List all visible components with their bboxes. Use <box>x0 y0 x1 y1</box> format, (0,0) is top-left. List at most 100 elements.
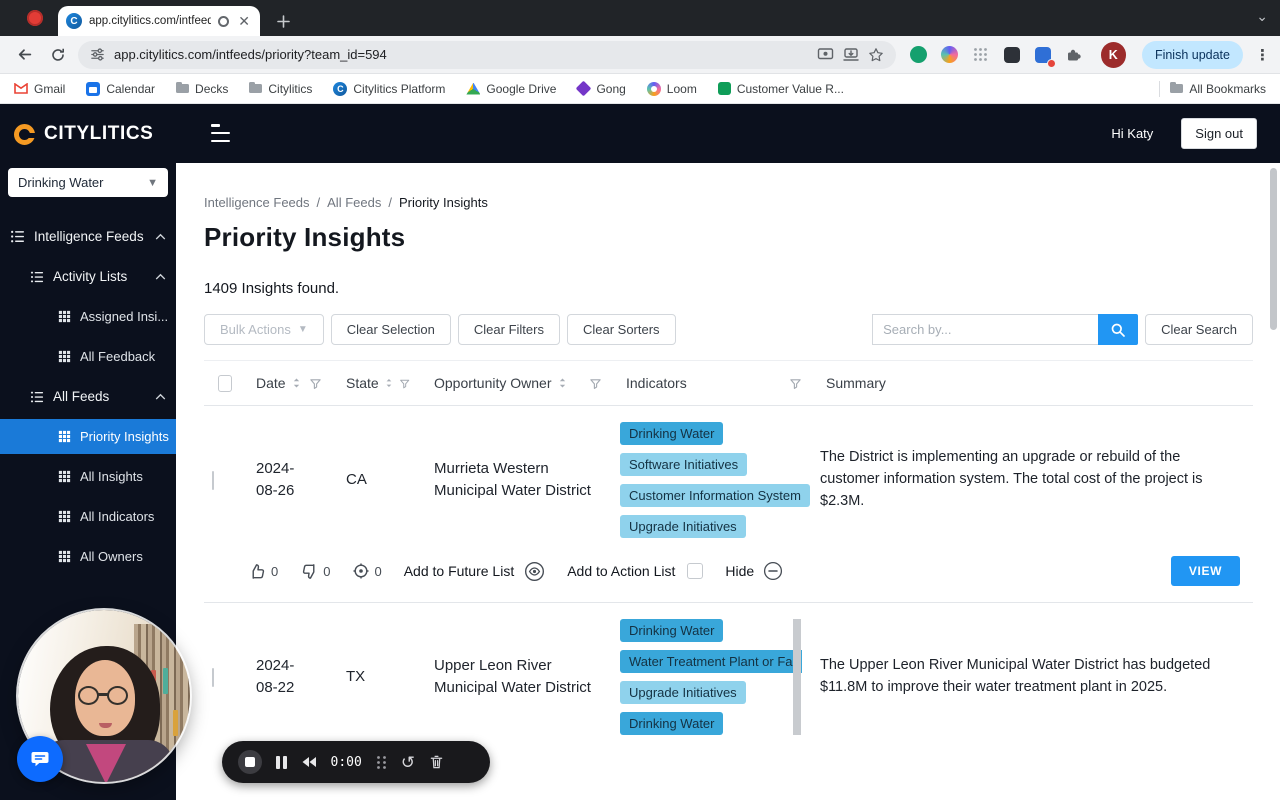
select-all-checkbox[interactable] <box>218 374 232 392</box>
bookmark-citylitics-folder[interactable]: Citylitics <box>249 81 312 96</box>
badged-extension-icon[interactable] <box>1032 44 1056 68</box>
row-checkbox[interactable] <box>212 470 214 490</box>
hide-control[interactable]: Hide <box>725 561 783 581</box>
bookmark-star-icon[interactable] <box>868 47 884 63</box>
search-input[interactable] <box>872 314 1099 345</box>
finish-update-button[interactable]: Finish update <box>1141 40 1243 69</box>
sort-icon[interactable] <box>385 377 393 389</box>
screen-capture-icon[interactable] <box>817 47 834 62</box>
clear-sorters-button[interactable]: Clear Sorters <box>566 314 676 345</box>
new-tab-button[interactable] <box>276 14 291 29</box>
clear-search-button[interactable]: Clear Search <box>1145 314 1253 345</box>
sidebar-item-all-owners[interactable]: All Owners <box>0 539 176 574</box>
sidebar-item-all-feeds[interactable]: All Feeds <box>0 379 176 414</box>
sidebar-item-all-feedback[interactable]: All Feedback <box>0 339 176 374</box>
bookmark-gmail[interactable]: Gmail <box>14 82 65 96</box>
indicator-chip: Water Treatment Plant or Fac <box>620 650 802 673</box>
upvote-control[interactable]: 0 <box>248 562 278 581</box>
menu-toggle-button[interactable] <box>211 124 231 142</box>
table-icon <box>58 430 71 443</box>
breadcrumb-intelligence-feeds[interactable]: Intelligence Feeds <box>204 195 310 210</box>
bookmark-decks-folder[interactable]: Decks <box>176 81 228 96</box>
url-text[interactable]: app.citylitics.com/intfeeds/priority?tea… <box>114 47 808 62</box>
location-control[interactable]: 0 <box>352 562 382 580</box>
site-settings-icon[interactable] <box>90 47 105 62</box>
bookmark-calendar[interactable]: Calendar <box>86 81 155 96</box>
grid-extension-icon[interactable] <box>970 44 992 66</box>
delete-recording-icon[interactable] <box>429 754 444 770</box>
tab-close-icon[interactable]: ✕ <box>236 14 252 28</box>
sidebar-item-all-indicators[interactable]: All Indicators <box>0 499 176 534</box>
address-bar[interactable]: app.citylitics.com/intfeeds/priority?tea… <box>78 40 896 69</box>
column-header-state[interactable]: State <box>340 375 428 391</box>
stop-recording-button[interactable] <box>238 750 262 774</box>
cell-owner: Murrieta Western Municipal Water Distric… <box>434 460 591 499</box>
bulk-actions-button[interactable]: Bulk Actions ▼ <box>204 314 324 345</box>
indicators-scrollbar[interactable] <box>793 619 801 735</box>
bookmark-loom[interactable]: Loom <box>646 81 697 96</box>
drag-handle-icon[interactable] <box>376 755 387 770</box>
sort-icon[interactable] <box>558 377 567 389</box>
sort-icon[interactable] <box>292 377 301 389</box>
column-header-indicators[interactable]: Indicators <box>620 375 820 391</box>
chat-launcher[interactable] <box>17 736 63 782</box>
save-page-icon[interactable] <box>842 47 859 62</box>
filter-funnel-icon[interactable] <box>309 377 322 390</box>
clear-filters-button[interactable]: Clear Filters <box>457 314 560 345</box>
profile-avatar[interactable]: K <box>1100 41 1126 68</box>
downvote-control[interactable]: 0 <box>300 562 330 581</box>
chrome-menu-kebab-icon[interactable]: ⋮ <box>1255 46 1270 64</box>
signout-button[interactable]: Sign out <box>1181 118 1257 149</box>
pause-recording-button[interactable] <box>276 755 287 769</box>
view-button[interactable]: VIEW <box>1170 556 1240 586</box>
feed-context-select[interactable]: Drinking Water ▼ <box>8 168 168 197</box>
bookmark-citylitics-platform[interactable]: C Citylitics Platform <box>333 81 445 96</box>
back-button[interactable] <box>10 41 38 69</box>
column-header-owner[interactable]: Opportunity Owner <box>428 375 620 391</box>
app-root: Hi Katy Sign out CITYLITICS Drinking Wat… <box>0 104 1280 800</box>
indicator-chip: Drinking Water <box>620 619 724 642</box>
pinwheel-extension-icon[interactable] <box>939 44 961 66</box>
bookmark-customer-value[interactable]: Customer Value R... <box>717 82 844 96</box>
citylitics-logo-icon <box>14 123 36 145</box>
restart-recording-icon[interactable]: ↺ <box>401 754 415 771</box>
row-checkbox[interactable] <box>212 667 214 687</box>
reload-button[interactable] <box>44 41 72 69</box>
add-to-future-list-control[interactable]: Add to Future List <box>404 561 546 582</box>
bookmark-google-drive[interactable]: Google Drive <box>466 82 556 96</box>
filter-funnel-icon[interactable] <box>399 377 410 390</box>
cell-summary: The District is implementing an upgrade … <box>820 449 1203 509</box>
rewind-icon[interactable] <box>301 756 317 768</box>
all-bookmarks-button[interactable]: All Bookmarks <box>1170 81 1266 96</box>
search-icon <box>1111 323 1125 337</box>
sidebar-item-assigned-insights[interactable]: Assigned Insi... <box>0 299 176 334</box>
sidebar-item-intelligence-feeds[interactable]: Intelligence Feeds <box>0 219 176 254</box>
search-button[interactable] <box>1098 314 1139 345</box>
action-list-checkbox[interactable] <box>687 563 704 579</box>
bookmark-gong[interactable]: Gong <box>576 80 626 97</box>
sidebar-item-all-insights[interactable]: All Insights <box>0 459 176 494</box>
app-logo[interactable]: CITYLITICS <box>0 104 176 159</box>
user-greeting: Hi Katy <box>1111 126 1154 141</box>
page-scrollbar[interactable] <box>1270 168 1277 330</box>
sidebar-item-activity-lists[interactable]: Activity Lists <box>0 259 176 294</box>
indicator-chip: Upgrade Initiatives <box>620 681 746 704</box>
table-header-row: Date State Opportunity Owner Indicators … <box>204 360 1253 406</box>
list-icon <box>30 270 44 284</box>
filter-funnel-icon[interactable] <box>789 377 802 390</box>
tab-recording-icon <box>218 15 230 27</box>
grammarly-extension-icon[interactable] <box>908 44 930 66</box>
column-header-date[interactable]: Date <box>250 375 340 391</box>
sidebar-item-priority-insights[interactable]: Priority Insights <box>0 419 176 454</box>
browser-tab[interactable]: C app.citylitics.com/intfeed... ✕ <box>58 6 260 36</box>
row-actions-bar: 0 0 0 Add to Future List Add to Action L… <box>204 544 1253 603</box>
clear-selection-button[interactable]: Clear Selection <box>330 314 451 345</box>
breadcrumb-all-feeds[interactable]: All Feeds <box>327 195 381 210</box>
feed-context-value: Drinking Water <box>18 175 104 190</box>
filter-funnel-icon[interactable] <box>589 377 602 390</box>
tab-search-chevron-icon[interactable]: ⌄ <box>1256 8 1268 25</box>
recording-timer: 0:00 <box>330 754 362 770</box>
add-to-action-list-control[interactable]: Add to Action List <box>567 563 704 579</box>
extensions-puzzle-icon[interactable] <box>1063 44 1085 66</box>
dark-extension-icon[interactable] <box>1001 44 1023 66</box>
